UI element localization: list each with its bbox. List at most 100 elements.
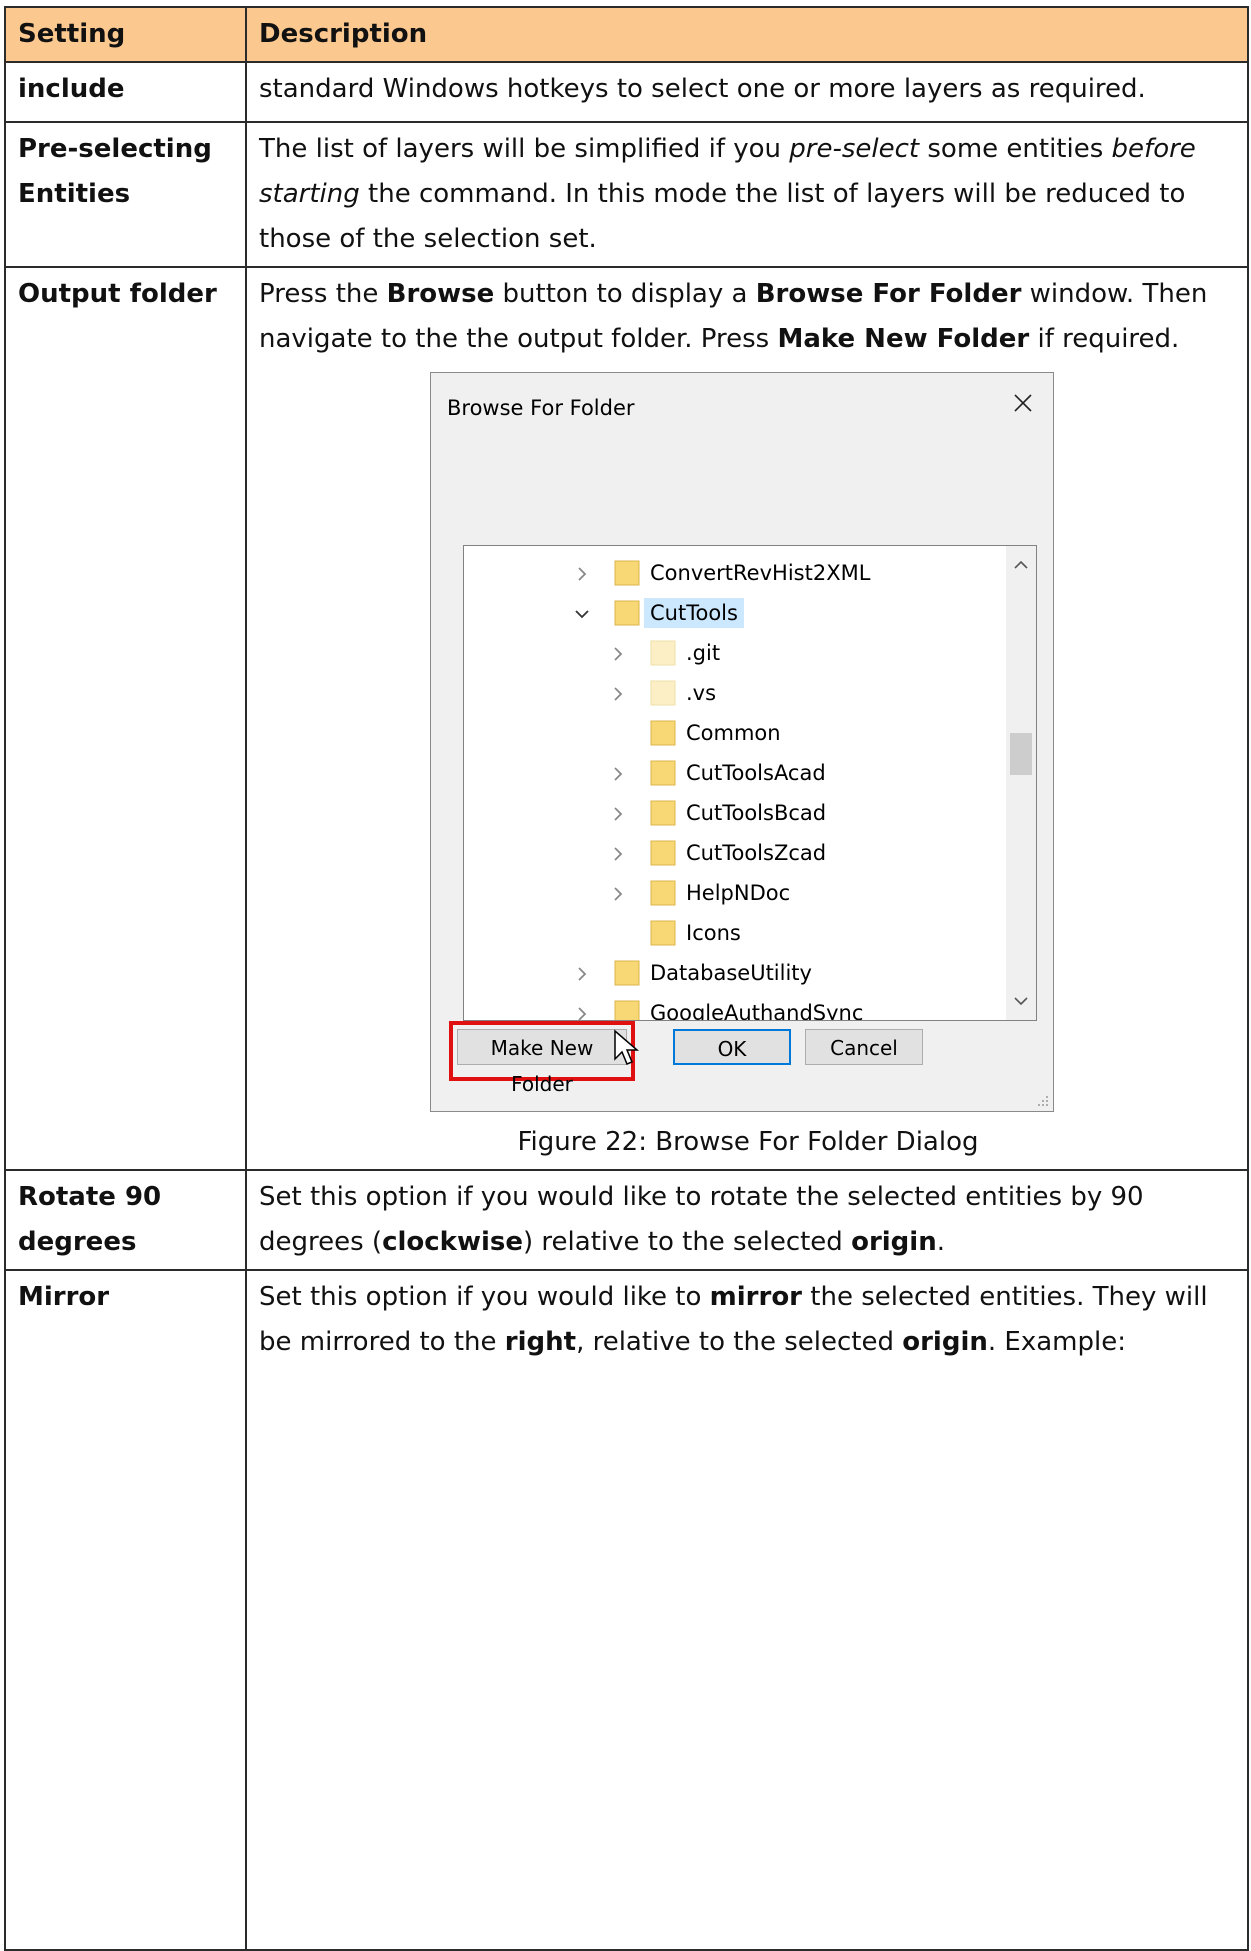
folder-icon bbox=[614, 600, 640, 626]
cancel-button[interactable]: Cancel bbox=[805, 1029, 923, 1065]
mouse-cursor-icon bbox=[614, 1029, 640, 1065]
description-text: Press the bbox=[259, 279, 387, 309]
description-text: . Example: bbox=[987, 1327, 1126, 1357]
tree-item[interactable]: CutToolsZcad bbox=[464, 834, 1004, 874]
tree-item[interactable]: CutToolsBcad bbox=[464, 794, 1004, 834]
chevron-right-icon[interactable] bbox=[608, 842, 628, 866]
description-text: , relative to the selected bbox=[576, 1327, 903, 1357]
chevron-down-icon[interactable] bbox=[572, 602, 592, 626]
tree-item[interactable]: HelpNDoc bbox=[464, 874, 1004, 914]
emphasis-text: pre-select bbox=[789, 134, 920, 164]
settings-table: Setting Description include standard Win… bbox=[4, 6, 1249, 1951]
vertical-scrollbar[interactable] bbox=[1006, 546, 1036, 1020]
tree-item-label: Common bbox=[686, 721, 781, 745]
tree-item[interactable]: .vs bbox=[464, 674, 1004, 714]
browse-for-folder-dialog: Browse For Folder ConvertRevHist2XML CutT… bbox=[430, 372, 1054, 1112]
chevron-right-icon[interactable] bbox=[608, 882, 628, 906]
folder-tree[interactable]: ConvertRevHist2XML CutTools .git .vs Common C… bbox=[463, 545, 1037, 1021]
description-text: the command. In this mode the list of la… bbox=[259, 179, 1186, 254]
tree-item-label: GoogleAuthandSync bbox=[650, 1001, 864, 1021]
folder-icon bbox=[650, 880, 676, 906]
tree-item-label: .vs bbox=[686, 681, 717, 705]
header-setting: Setting bbox=[4, 6, 247, 63]
ok-button[interactable]: OK bbox=[673, 1029, 791, 1065]
table-row: Output folder Press the Browse button to… bbox=[4, 266, 1249, 1171]
tree-item-label: ConvertRevHist2XML bbox=[650, 561, 871, 585]
bold-text: Browse bbox=[386, 279, 495, 309]
scroll-down-icon[interactable] bbox=[1012, 992, 1030, 1010]
chevron-right-icon[interactable] bbox=[608, 762, 628, 786]
tree-item[interactable]: ConvertRevHist2XML bbox=[464, 554, 1004, 594]
folder-icon bbox=[650, 800, 676, 826]
header-description: Description bbox=[245, 6, 1249, 63]
folder-icon bbox=[614, 960, 640, 986]
setting-description: Press the Browse button to display a Bro… bbox=[245, 266, 1249, 1171]
bold-text: mirror bbox=[709, 1282, 803, 1312]
tree-item[interactable]: Common bbox=[464, 714, 1004, 754]
bold-text: clockwise bbox=[382, 1227, 524, 1257]
tree-item-label: CutToolsBcad bbox=[686, 801, 827, 825]
figure-caption: Figure 22: Browse For Folder Dialog bbox=[517, 1127, 979, 1157]
tree-item-label: CutTools bbox=[644, 598, 744, 628]
description-text: some entities bbox=[919, 134, 1112, 164]
table-row: Rotate 90 degrees Set this option if you… bbox=[4, 1169, 1249, 1271]
tree-item-label: .git bbox=[686, 641, 721, 665]
folder-icon bbox=[650, 840, 676, 866]
bold-text: origin bbox=[851, 1227, 937, 1257]
chevron-right-icon[interactable] bbox=[608, 802, 628, 826]
scrollbar-thumb[interactable] bbox=[1010, 733, 1032, 775]
setting-name: Pre-selecting Entities bbox=[4, 121, 247, 268]
chevron-right-icon[interactable] bbox=[572, 1002, 592, 1021]
tree-item[interactable]: GoogleAuthandSync bbox=[464, 994, 1004, 1021]
chevron-right-icon[interactable] bbox=[572, 562, 592, 586]
resize-grip-icon[interactable] bbox=[1035, 1093, 1049, 1107]
tree-item-label: HelpNDoc bbox=[686, 881, 791, 905]
dialog-title: Browse For Folder bbox=[447, 396, 635, 420]
setting-description: Set this option if you would like to rot… bbox=[245, 1169, 1249, 1271]
setting-name: Rotate 90 degrees bbox=[4, 1169, 247, 1271]
setting-description: The list of layers will be simplified if… bbox=[245, 121, 1249, 268]
description-text: if required. bbox=[1029, 324, 1180, 354]
chevron-right-icon[interactable] bbox=[572, 962, 592, 986]
setting-name: Output folder bbox=[4, 266, 247, 1171]
setting-name: include bbox=[4, 61, 247, 123]
table-header-row: Setting Description bbox=[4, 6, 1249, 63]
tree-item-label: CutToolsAcad bbox=[686, 761, 826, 785]
folder-icon bbox=[614, 1000, 640, 1020]
folder-icon bbox=[650, 680, 676, 706]
tree-item[interactable]: DatabaseUtility bbox=[464, 954, 1004, 994]
scroll-up-icon[interactable] bbox=[1012, 556, 1030, 574]
tree-item-label: DatabaseUtility bbox=[650, 961, 812, 985]
setting-description: Set this option if you would like to mir… bbox=[245, 1269, 1249, 1951]
folder-icon bbox=[650, 920, 676, 946]
make-new-folder-button[interactable]: Make New Folder bbox=[457, 1029, 627, 1096]
tree-item-label: Icons bbox=[686, 921, 741, 945]
table-row: Mirror Set this option if you would like… bbox=[4, 1269, 1249, 1951]
tree-item[interactable]: CutTools bbox=[464, 594, 1004, 634]
tree-item[interactable]: CutToolsAcad bbox=[464, 754, 1004, 794]
chevron-right-icon[interactable] bbox=[608, 642, 628, 666]
bold-text: Make New Folder bbox=[777, 324, 1030, 354]
setting-name: Mirror bbox=[4, 1269, 247, 1951]
description-text: ) relative to the selected bbox=[523, 1227, 852, 1257]
bold-text: right bbox=[504, 1327, 577, 1357]
folder-icon bbox=[650, 760, 676, 786]
description-text: Set this option if you would like to bbox=[259, 1282, 710, 1312]
setting-description: standard Windows hotkeys to select one o… bbox=[245, 61, 1249, 123]
description-text: button to display a bbox=[494, 279, 756, 309]
chevron-right-icon[interactable] bbox=[608, 682, 628, 706]
description-paragraph: Press the Browse button to display a Bro… bbox=[259, 272, 1237, 362]
tree-item[interactable]: .git bbox=[464, 634, 1004, 674]
folder-icon bbox=[650, 720, 676, 746]
table-row: include standard Windows hotkeys to sele… bbox=[4, 61, 1249, 123]
tree-item-label: CutToolsZcad bbox=[686, 841, 827, 865]
folder-icon bbox=[650, 640, 676, 666]
table-row: Pre-selecting Entities The list of layer… bbox=[4, 121, 1249, 268]
bold-text: Browse For Folder bbox=[755, 279, 1022, 309]
folder-icon bbox=[614, 560, 640, 586]
bold-text: origin bbox=[902, 1327, 988, 1357]
description-text: standard Windows hotkeys to select one o… bbox=[259, 74, 1146, 104]
description-text: The list of layers will be simplified if… bbox=[259, 134, 790, 164]
tree-item[interactable]: Icons bbox=[464, 914, 1004, 954]
close-icon[interactable] bbox=[1007, 387, 1039, 419]
